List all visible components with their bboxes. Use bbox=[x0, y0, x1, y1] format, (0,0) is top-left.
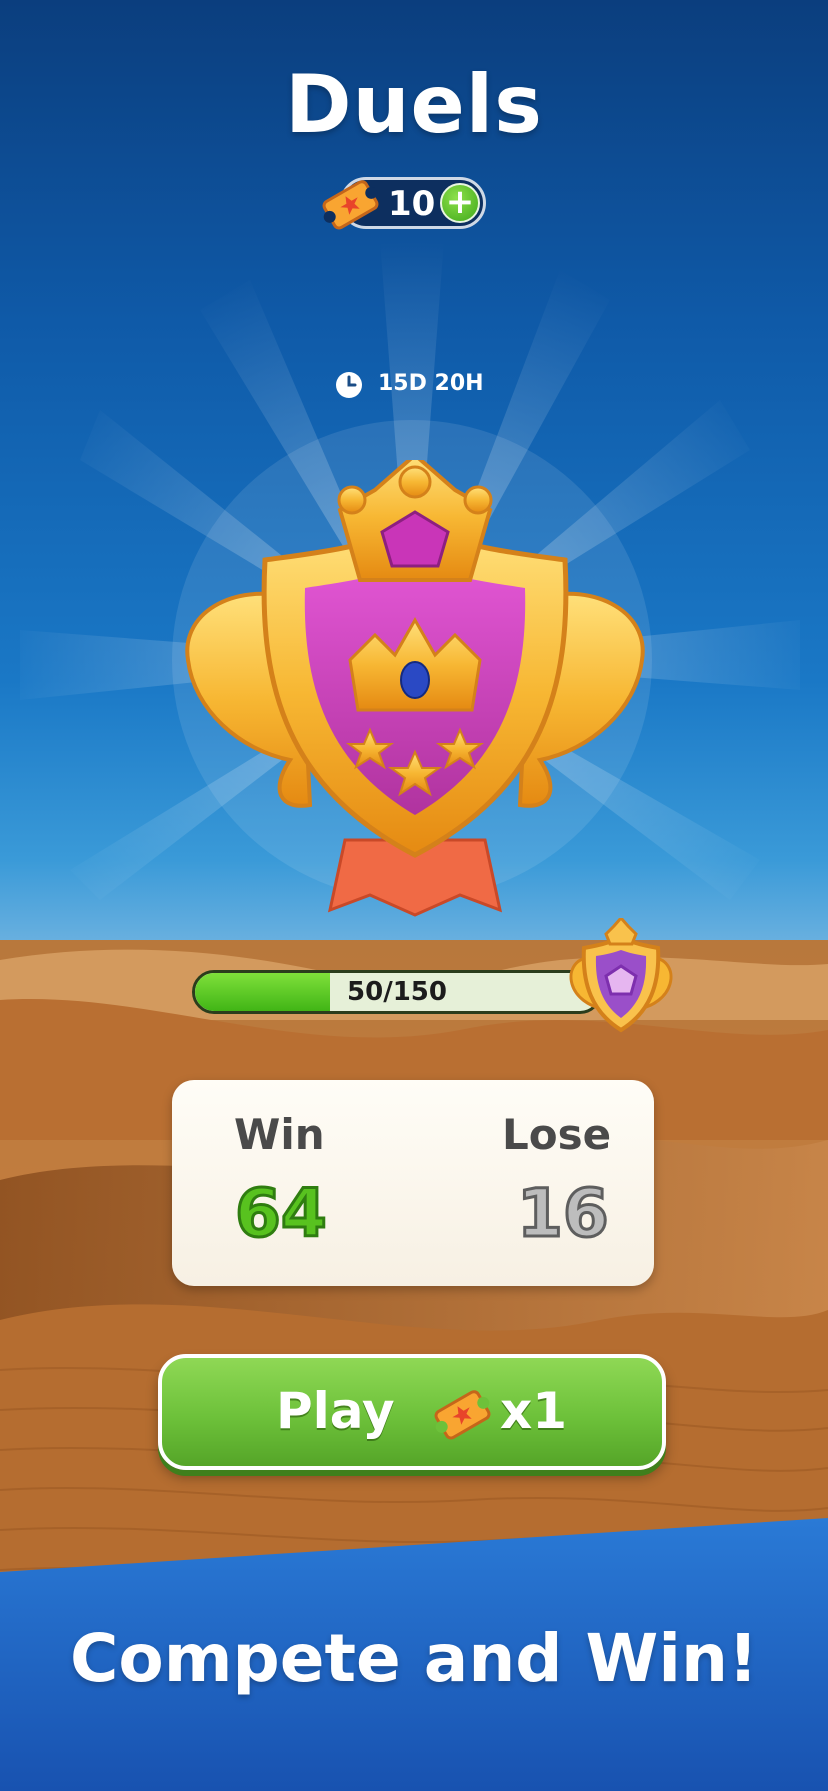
play-label: Play bbox=[276, 1382, 395, 1440]
ticket-icon bbox=[322, 180, 379, 230]
ticket-count: 10 bbox=[388, 184, 436, 224]
clock-icon bbox=[336, 372, 362, 398]
lose-label: Lose bbox=[502, 1110, 612, 1159]
progress-total: 150 bbox=[392, 977, 447, 1007]
page-title: Duels bbox=[285, 58, 543, 151]
duels-screen: Duels 10 + 15D 20H 50/150 Win Lose 64 16… bbox=[0, 0, 828, 1791]
crown-shield-badge bbox=[185, 460, 645, 917]
win-count: 64 bbox=[234, 1174, 329, 1254]
play-cost: x1 bbox=[500, 1382, 568, 1440]
next-rank-badge-icon bbox=[569, 918, 673, 1033]
ticket-counter[interactable]: 10 + bbox=[318, 174, 492, 234]
progress-current: 50 bbox=[347, 977, 384, 1007]
progress-bar: 50/150 bbox=[192, 970, 602, 1014]
tagline: Compete and Win! bbox=[69, 1620, 759, 1697]
play-button[interactable]: Play x1 bbox=[158, 1354, 666, 1470]
timer-label: 15D 20H bbox=[378, 371, 484, 396]
lose-count: 16 bbox=[516, 1174, 611, 1254]
plus-icon: + bbox=[445, 182, 475, 222]
stats-card: Win Lose 64 16 bbox=[172, 1080, 654, 1286]
add-tickets-button[interactable]: + bbox=[440, 183, 480, 223]
win-label: Win bbox=[234, 1110, 325, 1159]
ticket-icon bbox=[434, 1390, 491, 1440]
progress-separator: / bbox=[383, 977, 393, 1007]
progress-label: 50/150 bbox=[195, 977, 599, 1007]
